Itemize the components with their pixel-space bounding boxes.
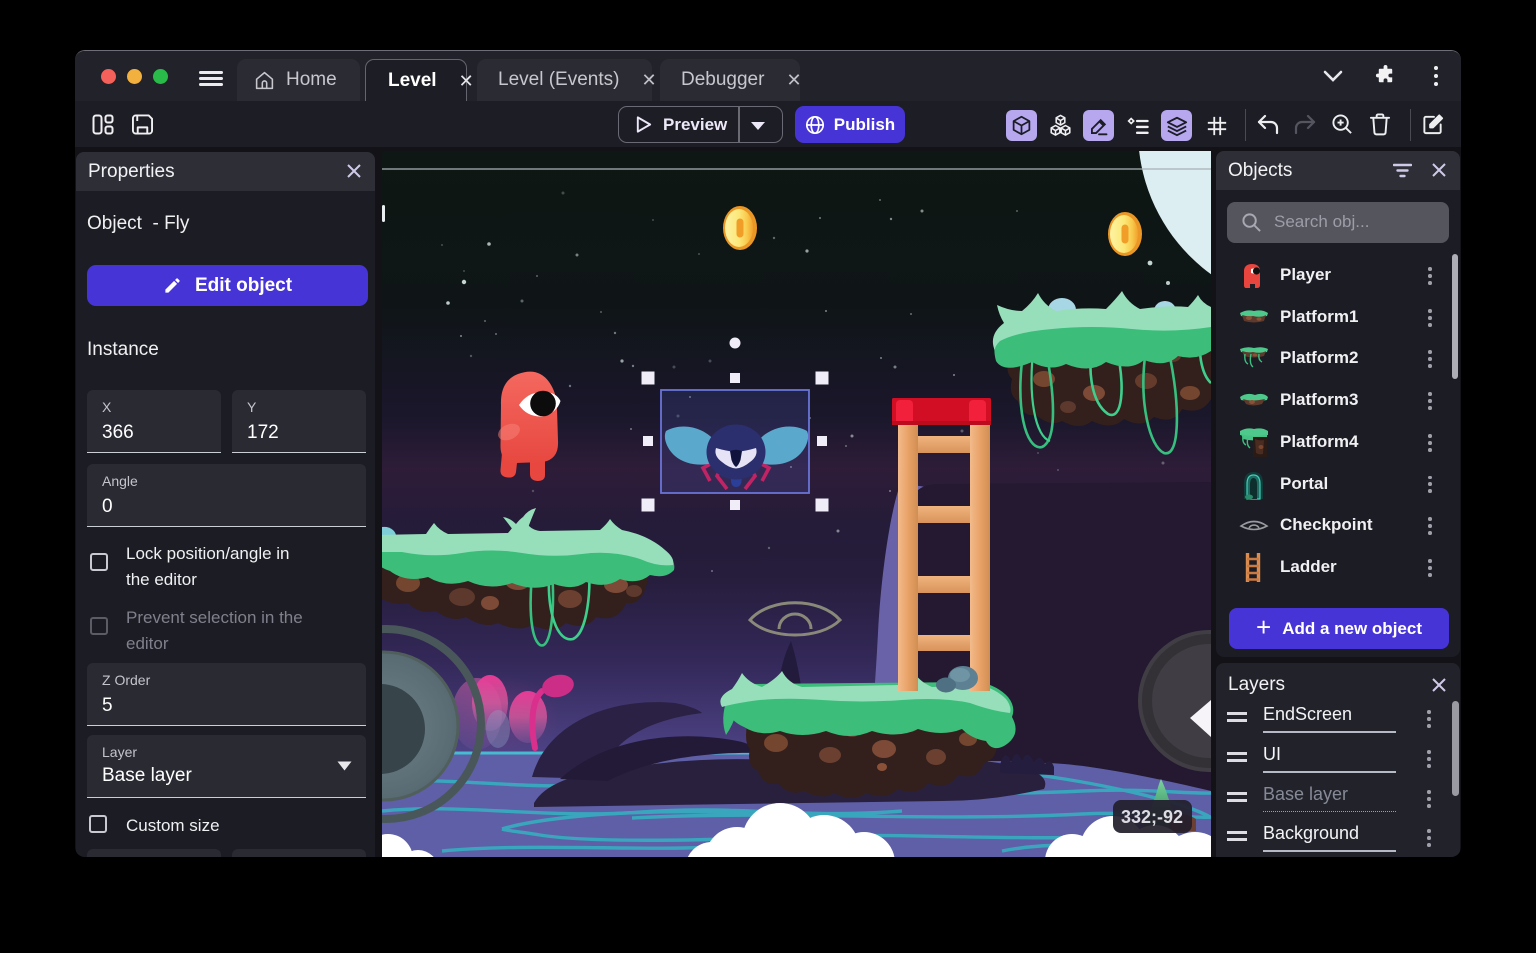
svg-text:332;-92: 332;-92 (1121, 807, 1183, 827)
